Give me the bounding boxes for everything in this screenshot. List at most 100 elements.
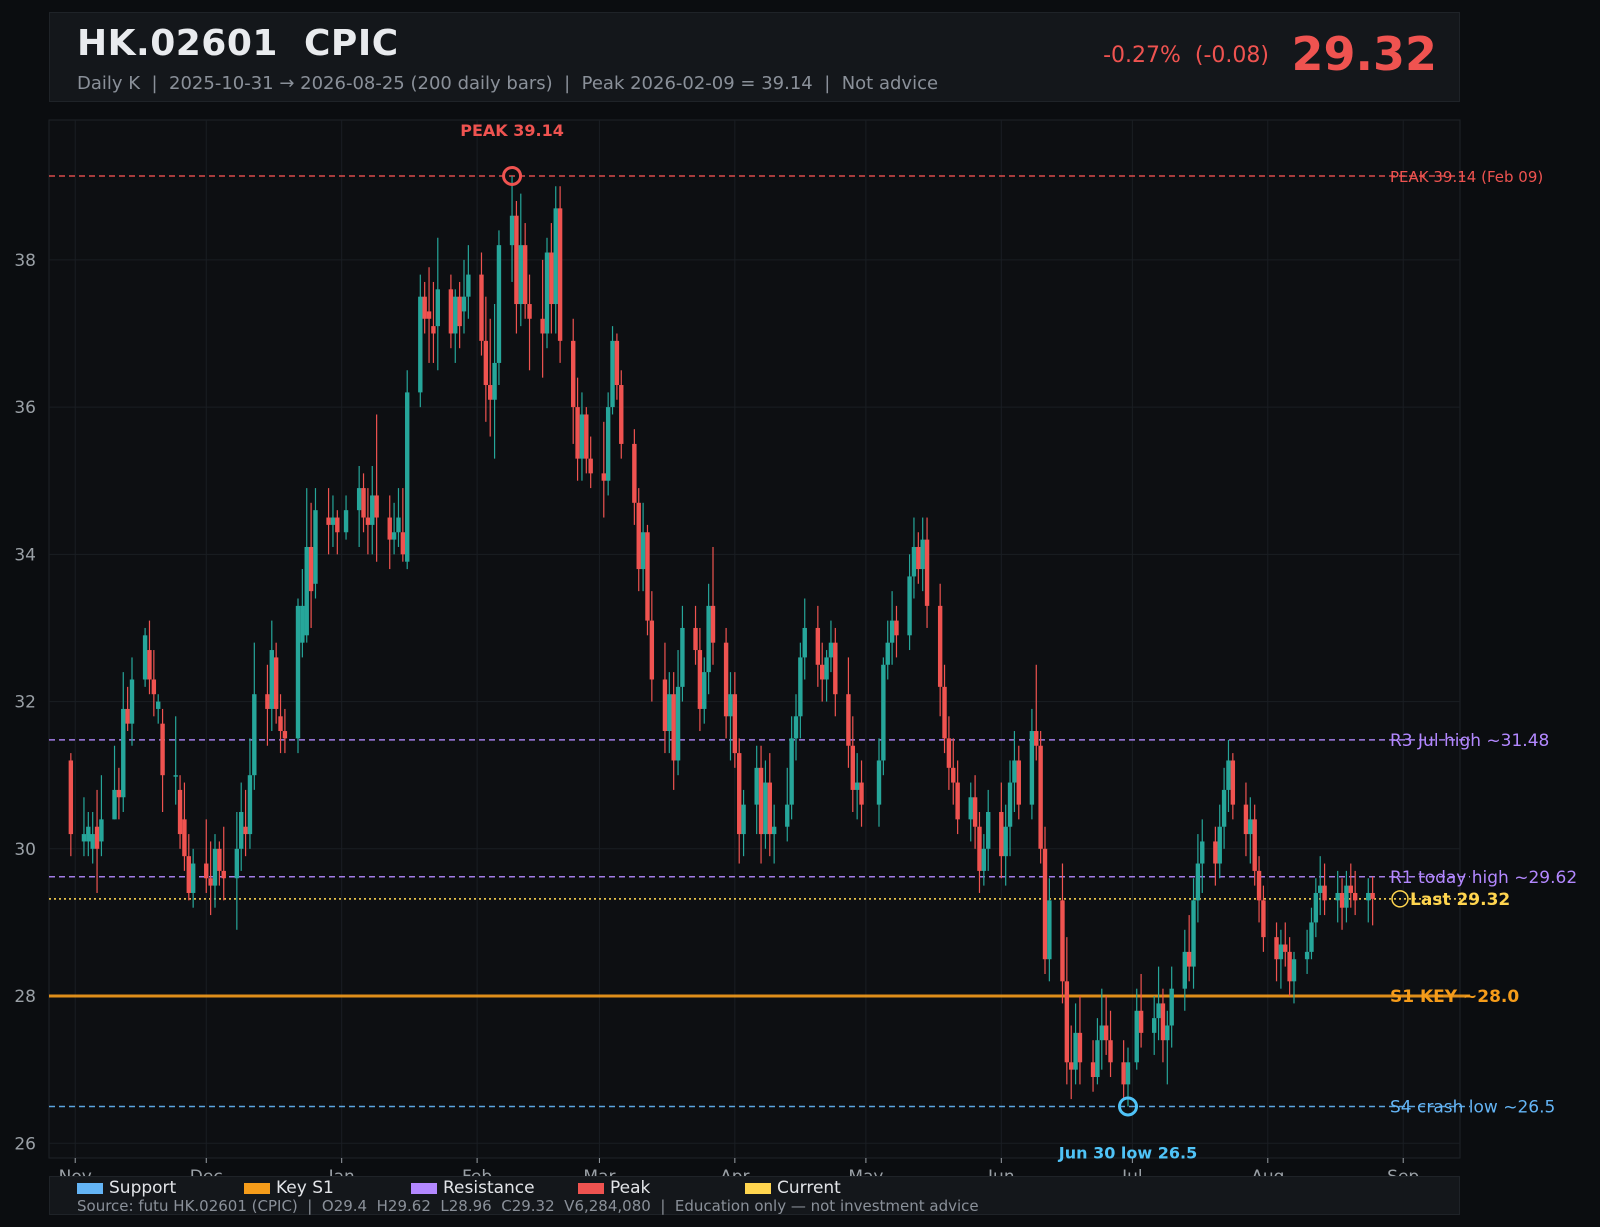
- candle-body: [924, 539, 930, 606]
- candle-body: [190, 863, 196, 893]
- candle-body: [518, 245, 523, 305]
- candle-body: [247, 775, 253, 835]
- x-tick-label: Aug: [1251, 1167, 1284, 1176]
- candle-body: [767, 782, 772, 835]
- candle-body: [1038, 745, 1043, 849]
- candle-body: [112, 789, 117, 820]
- chart-legend: Support Key S1 Resistance Peak Current Sourc…: [49, 1176, 1460, 1215]
- x-tick-label: Jul: [1121, 1167, 1143, 1176]
- candle-body: [304, 546, 309, 636]
- candle-body: [937, 605, 943, 687]
- x-tick-label: Jun: [987, 1167, 1015, 1176]
- candle-body: [1064, 981, 1070, 1063]
- x-tick-label: Dec: [190, 1167, 223, 1176]
- candle-body: [1278, 944, 1284, 960]
- candle-body: [1156, 1003, 1161, 1019]
- level-label: S4 crash low ~26.5: [1390, 1097, 1555, 1117]
- level-label: Last 29.32: [1410, 890, 1510, 910]
- candle-body: [239, 812, 244, 849]
- candle-body: [675, 686, 681, 761]
- candle-body: [326, 517, 331, 525]
- candle-body: [1007, 782, 1013, 827]
- candle-body: [186, 856, 191, 893]
- candle-body: [461, 296, 467, 312]
- legend-item-support: Support: [77, 1178, 244, 1198]
- candle-body: [221, 870, 226, 879]
- candle-body: [881, 664, 886, 761]
- y-tick-label: 26: [14, 1134, 36, 1154]
- candle-body: [584, 414, 589, 459]
- candle-body: [1003, 826, 1008, 857]
- candle-body: [1125, 1062, 1131, 1085]
- candle-body: [278, 716, 283, 732]
- candle-body: [798, 657, 803, 717]
- candle-body: [758, 767, 764, 835]
- candle-body: [1090, 1062, 1096, 1078]
- legend-label: Resistance: [443, 1178, 535, 1198]
- candle-body: [1213, 841, 1218, 864]
- candle-body: [636, 502, 641, 570]
- candle-body: [1283, 944, 1288, 952]
- candle-body: [894, 620, 899, 636]
- candle-body: [252, 694, 257, 776]
- candle-body: [732, 694, 738, 754]
- candle-body: [68, 760, 74, 835]
- candle-body: [1042, 848, 1048, 960]
- candle-body: [649, 620, 655, 680]
- candle-body: [876, 760, 882, 805]
- candle-body: [828, 642, 834, 658]
- candle-body: [492, 362, 497, 400]
- candle-body: [208, 878, 213, 886]
- candle-body: [1012, 760, 1017, 783]
- candle-body: [754, 767, 759, 805]
- legend-item-current: Current: [745, 1178, 912, 1198]
- x-tick-label: May: [848, 1167, 883, 1176]
- candle-body: [90, 834, 95, 849]
- candle-body: [741, 804, 746, 835]
- candle-body: [335, 517, 340, 533]
- x-tick-label: Apr: [720, 1167, 749, 1176]
- candle-body: [1186, 951, 1192, 967]
- candle-body: [160, 723, 165, 776]
- candle-body: [1261, 900, 1266, 938]
- legend-label: Key S1: [276, 1178, 334, 1198]
- candle-body: [400, 532, 406, 555]
- candle-body: [313, 510, 318, 584]
- legend-label: Support: [109, 1178, 177, 1198]
- candle-body: [1160, 1003, 1166, 1041]
- candle-body: [986, 812, 991, 849]
- legend-swatch: [578, 1182, 604, 1194]
- candle-body: [217, 848, 222, 871]
- candle-body: [601, 473, 606, 481]
- level-label: PEAK 39.14 (Feb 09): [1390, 168, 1543, 186]
- candle-body: [1169, 988, 1174, 1026]
- candle-body: [605, 407, 611, 481]
- candle-body: [544, 252, 550, 334]
- candle-body: [667, 694, 672, 732]
- plot-area: [48, 119, 1461, 1159]
- candle-body: [116, 789, 122, 798]
- candle-body: [365, 517, 371, 525]
- candle-body: [671, 694, 676, 761]
- candle-body: [81, 834, 87, 842]
- candle-body: [488, 385, 493, 400]
- annotation-label: PEAK 39.14: [460, 121, 564, 140]
- candle-body: [265, 694, 270, 709]
- candle-body: [448, 289, 454, 334]
- candle-body: [610, 340, 615, 408]
- annotation-label: Jun 30 low 26.5: [1058, 1143, 1197, 1162]
- candle-body: [920, 539, 925, 570]
- candle-body: [662, 679, 668, 732]
- candle-body: [343, 510, 349, 533]
- candle-body: [1047, 900, 1052, 960]
- candle-body: [522, 245, 528, 305]
- candle-body: [356, 488, 362, 511]
- candle-body: [396, 517, 401, 533]
- candle-body: [833, 642, 838, 695]
- candle-body: [466, 274, 471, 297]
- candle-body: [1121, 1062, 1126, 1085]
- candle-body: [955, 782, 960, 820]
- candle-body: [1243, 804, 1249, 835]
- candle-body: [916, 546, 921, 570]
- candlestick-chart: 26 28 30 32 34 36 38 Nov Dec Jan Feb Mar Apr May Jun Ju…: [14, 119, 1577, 1176]
